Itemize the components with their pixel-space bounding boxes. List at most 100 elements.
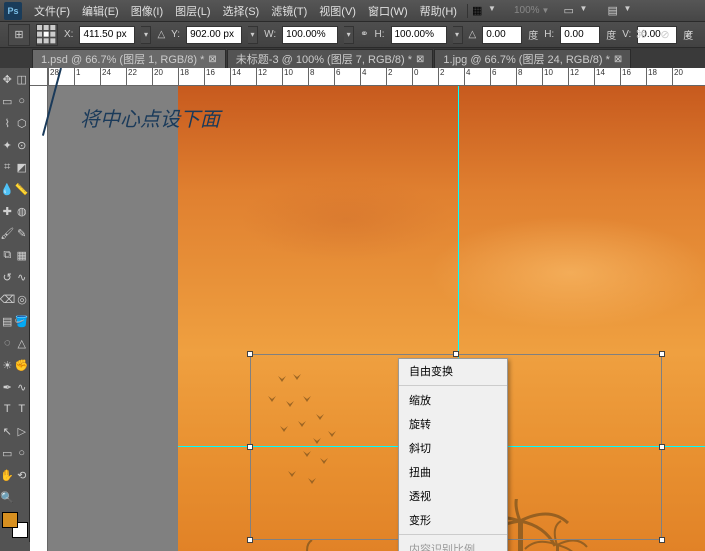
ctx-free-transform[interactable]: 自由变换 — [399, 359, 507, 383]
tool-bucket[interactable]: 🪣 — [15, 310, 30, 332]
tool-quick-select[interactable]: ⊙ — [15, 134, 30, 156]
menu-2[interactable]: 图像(I) — [125, 0, 169, 22]
menu-6[interactable]: 视图(V) — [313, 0, 362, 22]
ctx-rotate[interactable]: 旋转 — [399, 412, 507, 436]
ctx-skew[interactable]: 斜切 — [399, 436, 507, 460]
ruler-vertical[interactable] — [30, 86, 48, 551]
ctx-perspective[interactable]: 透视 — [399, 484, 507, 508]
tool-path[interactable]: ↖ — [0, 420, 15, 442]
color-swatches[interactable] — [0, 508, 29, 542]
layout-dropdown-icon[interactable]: ▼ — [488, 4, 502, 18]
tool-bg-eraser[interactable]: ◎ — [15, 288, 29, 310]
zoom-dropdown-icon[interactable]: ▼ — [542, 6, 550, 15]
ctx-distort[interactable]: 扭曲 — [399, 460, 507, 484]
tool-ruler[interactable]: 📏 — [15, 178, 30, 200]
layout-icon[interactable]: ▦ — [472, 4, 486, 18]
tool-pattern[interactable]: ▦ — [15, 244, 30, 266]
tool-brush[interactable]: 🖌 — [0, 222, 15, 244]
tool-direct[interactable]: ▷ — [15, 420, 30, 442]
tool-zoom[interactable]: 🔍 — [0, 486, 15, 508]
tool-slice[interactable]: ◩ — [15, 156, 30, 178]
ruler-horizontal[interactable]: 2812422201816141210864202468101214161820 — [48, 68, 705, 86]
menu-8[interactable]: 帮助(H) — [414, 0, 463, 22]
close-icon[interactable]: ⊠ — [416, 54, 424, 65]
tool-blur[interactable]: ◌ — [0, 332, 15, 354]
close-icon[interactable]: ⊠ — [208, 54, 216, 65]
tool-type[interactable]: T — [0, 398, 15, 420]
tool-clone[interactable]: ⧉ — [0, 244, 15, 266]
w-input[interactable] — [282, 26, 338, 44]
handle-top-left[interactable] — [247, 351, 253, 357]
document-tab[interactable]: 1.jpg @ 66.7% (图层 24, RGB/8) *⊠ — [434, 49, 631, 68]
zoom-combo[interactable]: 100% — [514, 5, 540, 16]
reference-point-icon[interactable] — [36, 24, 58, 46]
menu-1[interactable]: 编辑(E) — [76, 0, 125, 22]
menu-0[interactable]: 文件(F) — [28, 0, 76, 22]
ruler-origin[interactable] — [30, 68, 48, 86]
x-input[interactable] — [79, 26, 135, 44]
tool-art-history[interactable]: ∿ — [15, 266, 30, 288]
tool-sharpen[interactable]: △ — [15, 332, 30, 354]
y-input[interactable] — [186, 26, 242, 44]
handle-bot-right[interactable] — [659, 537, 665, 543]
h-input[interactable] — [391, 26, 447, 44]
tool-patch[interactable]: ◍ — [15, 200, 30, 222]
tool-pencil[interactable]: ✎ — [15, 222, 30, 244]
ctx-scale[interactable]: 缩放 — [399, 388, 507, 412]
handle-top-mid[interactable] — [453, 351, 459, 357]
cancel-transform-icon[interactable]: ⊘ — [657, 26, 673, 42]
workspace-icon[interactable]: ▤ — [607, 4, 621, 18]
document-tab[interactable]: 1.psd @ 66.7% (图层 1, RGB/8) *⊠ — [32, 49, 226, 68]
tool-eyedropper[interactable]: 💧 — [0, 178, 15, 200]
w-drop[interactable]: ▾ — [344, 26, 354, 44]
handle-bot-left[interactable] — [247, 537, 253, 543]
tool-rotate[interactable]: ⟲ — [15, 464, 30, 486]
tool-burn[interactable]: ✊ — [15, 354, 30, 376]
tool-marquee-ellipse[interactable]: ○ — [15, 90, 30, 112]
tool-marquee-rect[interactable]: ▭ — [0, 90, 15, 112]
document-tab-bar: 1.psd @ 66.7% (图层 1, RGB/8) *⊠未标题-3 @ 10… — [0, 48, 705, 68]
link-wh-icon[interactable]: ⚭ — [360, 29, 368, 40]
tool-dodge[interactable]: ☀ — [0, 354, 15, 376]
screen-mode-dropdown-icon[interactable]: ▼ — [579, 4, 593, 18]
commit-transform-icon[interactable]: ✓ — [681, 26, 697, 42]
document-tab[interactable]: 未标题-3 @ 100% (图层 7, RGB/8) * ⊠ — [227, 49, 434, 68]
workspace-dropdown-icon[interactable]: ▼ — [623, 4, 637, 18]
tool-history-brush[interactable]: ↺ — [0, 266, 15, 288]
tool-polygon-lasso[interactable]: ⬡ — [15, 112, 30, 134]
foreground-color[interactable] — [2, 512, 18, 528]
warp-mode-icon[interactable]: ⌘ — [633, 26, 649, 42]
menu-3[interactable]: 图层(L) — [169, 0, 216, 22]
delta-icon[interactable]: △ — [157, 29, 165, 40]
tool-pen[interactable]: ✒ — [0, 376, 15, 398]
tool-gradient[interactable]: ▤ — [0, 310, 15, 332]
tool-freeform[interactable]: ∿ — [15, 376, 30, 398]
tool-ellipse[interactable]: ○ — [15, 442, 30, 464]
menu-7[interactable]: 窗口(W) — [362, 0, 414, 22]
tool-eraser[interactable]: ⌫ — [0, 288, 15, 310]
close-icon[interactable]: ⊠ — [614, 54, 622, 65]
tool-magic-wand[interactable]: ✦ — [0, 134, 15, 156]
x-drop[interactable]: ▾ — [141, 26, 151, 44]
tool-move[interactable]: ✥ — [0, 68, 15, 90]
tool-artboard[interactable]: ◫ — [15, 68, 30, 90]
handle-mid-right[interactable] — [659, 444, 665, 450]
tool-rectangle[interactable]: ▭ — [0, 442, 15, 464]
tool-lasso[interactable]: ⌇ — [0, 112, 15, 134]
tool-crop[interactable]: ⌗ — [0, 156, 15, 178]
menu-4[interactable]: 选择(S) — [217, 0, 266, 22]
transform-ref-icon[interactable]: ⊞ — [8, 24, 30, 46]
tool-healing[interactable]: ✚ — [0, 200, 15, 222]
shear-h-input[interactable] — [560, 26, 600, 44]
screen-mode-icon[interactable]: ▭ — [563, 4, 577, 18]
angle-input[interactable] — [482, 26, 522, 44]
tool-hand[interactable]: ✋ — [0, 464, 15, 486]
ctx-warp[interactable]: 变形 — [399, 508, 507, 532]
handle-top-right[interactable] — [659, 351, 665, 357]
tool-type-v[interactable]: T — [15, 398, 30, 420]
tab-label: 未标题-3 @ 100% (图层 7, RGB/8) * — [236, 51, 412, 67]
handle-mid-left[interactable] — [247, 444, 253, 450]
h-drop[interactable]: ▾ — [453, 26, 463, 44]
menu-5[interactable]: 滤镜(T) — [265, 0, 313, 22]
y-drop[interactable]: ▾ — [248, 26, 258, 44]
